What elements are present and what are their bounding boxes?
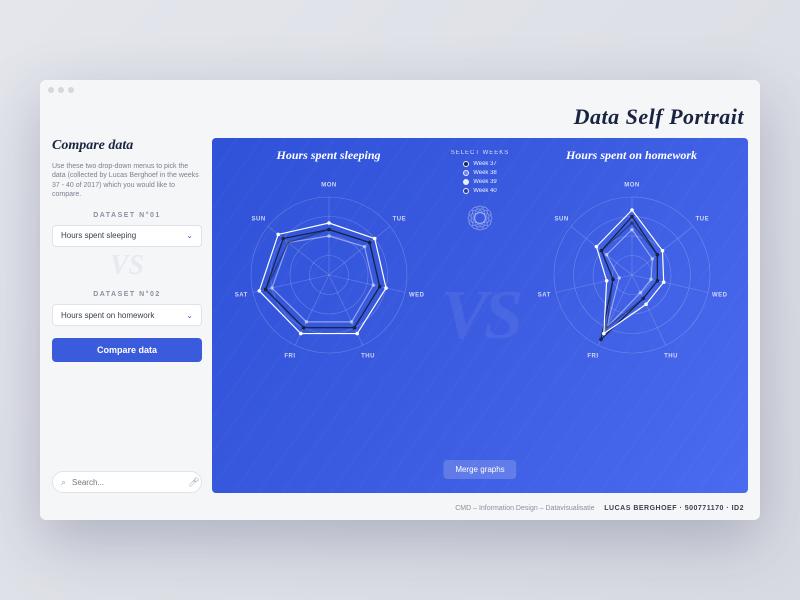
legend: SELECT WEEKS Week 37 Week 38 Week 39 Wee… (445, 138, 515, 493)
footer-course: CMD – Information Design – Datavisualisa… (455, 505, 594, 512)
app-title: Data Self Portrait (56, 104, 744, 130)
mic-icon: 🎤︎ (188, 477, 199, 488)
svg-text:THU: THU (361, 354, 375, 360)
dataset-1-select[interactable]: Hours spent sleeping ⌄ (52, 225, 202, 247)
merge-button[interactable]: Merge graphs (443, 460, 516, 479)
vs-divider: VS (52, 255, 202, 277)
dataset-2-select[interactable]: Hours spent on homework ⌄ (52, 304, 202, 326)
titlebar (40, 80, 760, 100)
spirograph-icon (463, 201, 497, 235)
svg-text:SAT: SAT (537, 293, 550, 299)
legend-item[interactable]: Week 37 (463, 161, 497, 167)
app-window: Data Self Portrait Compare data Use thes… (40, 80, 760, 520)
footer: CMD – Information Design – Datavisualisa… (40, 499, 760, 520)
traffic-close[interactable] (48, 87, 54, 93)
svg-text:THU: THU (664, 354, 678, 360)
dataset-2-label: DATASET N°02 (52, 291, 202, 298)
search-icon: ⌕ (61, 477, 66, 488)
svg-text:SAT: SAT (234, 293, 247, 299)
svg-text:MON: MON (624, 183, 640, 189)
chart-left: Hours spent sleeping MON TUE WED THU FRI SAT S… (212, 138, 445, 493)
sidebar: Compare data Use these two drop-down men… (52, 138, 202, 493)
chart-panel: VS Hours spent sleeping MONTUEWEDTHUFRIS… (212, 138, 748, 493)
svg-text:SUN: SUN (251, 216, 265, 222)
dataset-2-value: Hours spent on homework (61, 311, 154, 320)
body: Compare data Use these two drop-down men… (40, 138, 760, 499)
radar-chart-right: MON TUE WED THU FRI SAT SUN (527, 167, 737, 377)
dataset-1-label: DATASET N°01 (52, 212, 202, 219)
svg-text:TUE: TUE (392, 216, 406, 222)
chart-right-title: Hours spent on homework (566, 148, 697, 163)
legend-title: SELECT WEEKS (451, 150, 510, 156)
radar-chart-left: MON TUE WED THU FRI SAT SUN (224, 167, 434, 377)
charts-row: Hours spent sleeping MON TUE WED THU FRI SAT S… (212, 138, 748, 493)
footer-author: LUCAS BERGHOEF · 500771170 · ID2 (604, 505, 744, 512)
svg-text:TUE: TUE (695, 216, 709, 222)
search-input[interactable] (72, 478, 182, 487)
dataset-1-value: Hours spent sleeping (61, 231, 136, 240)
header: Data Self Portrait (40, 100, 760, 138)
chevron-down-icon: ⌄ (186, 231, 193, 240)
svg-text:FRI: FRI (284, 354, 295, 360)
compare-button[interactable]: Compare data (52, 338, 202, 362)
chevron-down-icon: ⌄ (186, 311, 193, 320)
chart-right: Hours spent on homework MON TUE WED THU FRI S… (515, 138, 748, 493)
chart-left-title: Hours spent sleeping (276, 148, 380, 163)
search-box[interactable]: ⌕ 🎤︎ (52, 471, 202, 493)
traffic-max[interactable] (68, 87, 74, 93)
traffic-min[interactable] (58, 87, 64, 93)
svg-text:SUN: SUN (554, 216, 568, 222)
svg-text:MON: MON (321, 183, 337, 189)
legend-item[interactable]: Week 40 (463, 188, 497, 194)
sidebar-title: Compare data (52, 138, 202, 154)
sidebar-description: Use these two drop-down menus to pick th… (52, 162, 202, 200)
legend-item[interactable]: Week 38 (463, 170, 497, 176)
svg-text:FRI: FRI (587, 354, 598, 360)
legend-item[interactable]: Week 39 (463, 179, 497, 185)
svg-text:WED: WED (408, 293, 424, 299)
svg-text:WED: WED (711, 293, 727, 299)
